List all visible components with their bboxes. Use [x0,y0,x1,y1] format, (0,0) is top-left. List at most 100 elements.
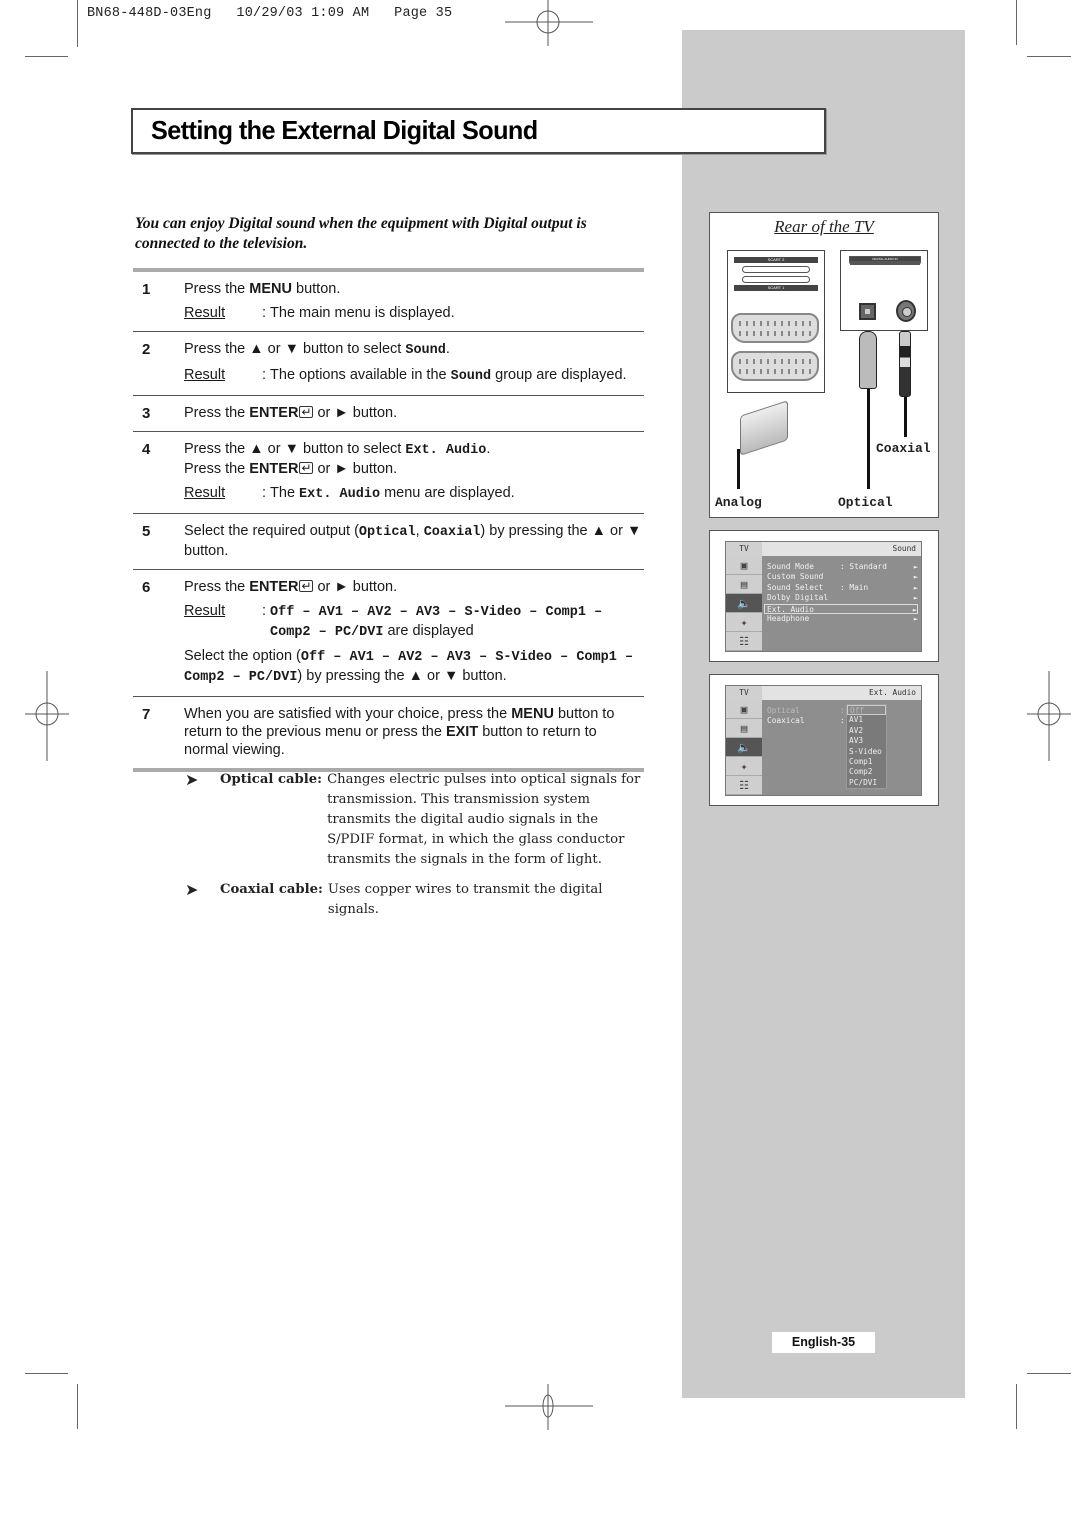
step-number: 5 [142,523,151,540]
arrow-right-icon: ► [913,573,918,582]
scart-slot [742,276,810,283]
figure-title: Rear of the TV [774,217,874,236]
dropdown-option[interactable]: AV2 [847,726,886,736]
scart-2-label: SCART 2 [734,257,818,263]
setup-icon[interactable]: ☷ [726,776,762,795]
osd-sound-list: Sound Mode: Standard ► Custom Sound ► Sound … [762,556,921,651]
step-7: 7 When you are satisfied with your choic… [133,697,644,768]
osd-menu-item[interactable]: Optical: [767,706,918,716]
title-box: Setting the External Digital Sound [131,108,826,154]
notes: ➤ Optical cable: Changes electric pulses… [185,770,645,930]
coaxial-cable-line [904,397,907,437]
osd-menu-item[interactable]: Ext. Audio ► [764,603,918,614]
osd-sound-figure: TV Sound ▣ ▤ 🔈 ✦ ☷ Sound Mode: Standard ►… [709,530,939,662]
arrow-icon: ➤ [185,880,199,899]
osd-item-label: Dolby Digital [767,593,829,603]
osd-title: Ext. Audio [869,688,916,697]
step-number: 1 [142,281,151,298]
osd-ext-audio-list: Optical: Coaxical: Off AV1 AV2 AV3 S-Video Comp… [762,700,921,795]
scart-connector-icon [731,313,819,343]
step-1: 1 Press the MENU button. Result: The main… [133,272,644,332]
note-optical-cable: ➤ Optical cable: Changes electric pulses… [185,770,645,870]
antenna-icon[interactable]: ✦ [726,613,762,632]
osd-menu-item[interactable]: Headphone ► [767,614,918,624]
picture-icon[interactable]: ▣ [726,556,762,575]
osd-menu-item[interactable]: Dolby Digital ► [767,593,918,603]
dropdown-option[interactable]: PC/DVI [847,778,886,788]
arrow-right-icon: ► [913,583,918,592]
osd-item-value [840,572,910,582]
digital-audio-in-label: DIGITAL AUDIO IN [849,256,921,265]
osd-item-label: Sound Mode [767,562,814,571]
coaxial-plug-icon [899,331,911,397]
dropdown-option[interactable]: Comp1 [847,757,886,767]
dropdown-option[interactable]: Off [847,705,886,716]
osd-sound-menu: TV Sound ▣ ▤ 🔈 ✦ ☷ Sound Mode: Standard ►… [725,541,922,652]
step-number: 6 [142,579,151,596]
enter-icon [299,577,314,595]
result-text: The options available in the Sound group… [270,367,627,384]
arrow-right-icon: ► [913,594,918,603]
analog-label: Analog [715,495,762,510]
result-text: The Ext. Audio menu are displayed. [270,485,515,502]
note-coaxial-cable: ➤ Coaxial cable: Uses copper wires to tr… [185,880,645,920]
enter-icon [299,403,314,421]
scart-panel: SCART 2 SCART 1 [727,250,825,393]
osd-item-value [840,593,910,603]
osd-item-label: Custom Sound [767,572,824,582]
step-sub-instruction: Select the option (Off – AV1 – AV2 – AV3… [184,648,634,685]
step-instruction: Press the ▲ or ▼ button to select Sound. [184,341,450,358]
registration-mark-right [1027,671,1071,761]
dropdown-option[interactable]: AV1 [847,715,886,725]
setup-icon[interactable]: ☷ [726,632,762,651]
page-number: English-35 [772,1332,875,1353]
osd-menu-item[interactable]: Coaxical: [767,716,918,726]
picture-icon[interactable]: ▣ [726,700,762,719]
antenna-icon[interactable]: ✦ [726,757,762,776]
step-result: Result: The main menu is displayed. [184,304,644,322]
osd-ext-audio-figure: TV Ext. Audio ▣ ▤ 🔈 ✦ ☷ Optical: Coaxical… [709,674,939,806]
step-6: 6 Press the ENTER or ► button. Result:Of… [133,570,644,697]
optical-plug-icon [859,331,877,389]
dropdown-option[interactable]: Comp2 [847,767,886,777]
note-text: Uses copper wires to transmit the digita… [327,882,603,917]
step-instruction: Press the ENTER or ► button. [184,577,644,596]
osd-icon-column: ▣ ▤ 🔈 ✦ ☷ [726,700,762,795]
osd-item-label: Ext. Audio [767,604,814,614]
print-header: BN68-448D-03Eng 10/29/03 1:09 AM Page 35 [87,6,453,21]
step-instruction: Press the MENU button. [184,281,341,297]
rear-of-tv-figure: Rear of the TV SCART 2 SCART 1 DIGITAL A… [709,212,939,518]
step-number: 3 [142,405,151,422]
osd-tv-label: TV [726,542,762,556]
scart-slot [742,266,810,273]
osd-item-value: : Main [840,582,869,592]
osd-menu-item[interactable]: Sound Mode: Standard ► [767,562,918,572]
output-source-dropdown[interactable]: Off AV1 AV2 AV3 S-Video Comp1 Comp2 PC/DVI [846,704,887,790]
channel-icon[interactable]: ▤ [726,575,762,594]
sound-icon[interactable]: 🔈 [726,738,762,757]
scart-1-label: SCART 1 [734,285,818,291]
step-3: 3 Press the ENTER or ► button. [133,396,644,432]
note-text: Changes electric pulses into optical sig… [327,772,641,867]
step-instruction-2: Press the ENTER or ► button. [184,459,644,478]
step-4: 4 Press the ▲ or ▼ button to select Ext.… [133,432,644,514]
osd-icon-column: ▣ ▤ 🔈 ✦ ☷ [726,556,762,651]
analog-cable-line [737,449,740,489]
step-5: 5 Select the required output (Optical, C… [133,514,644,570]
osd-header: TV Ext. Audio [726,686,921,700]
scart-plug-icon [740,400,788,456]
osd-item-label: Coaxical [767,716,805,726]
note-label: Optical cable: [220,772,323,787]
scart-connector-icon [731,351,819,381]
channel-icon[interactable]: ▤ [726,719,762,738]
sound-icon[interactable]: 🔈 [726,594,762,613]
osd-menu-item[interactable]: Custom Sound ► [767,572,918,582]
dropdown-option[interactable]: S-Video [847,747,886,757]
osd-ext-audio-menu: TV Ext. Audio ▣ ▤ 🔈 ✦ ☷ Optical: Coaxical… [725,685,922,796]
steps-table: 1 Press the MENU button. Result: The main… [133,268,644,772]
note-label: Coaxial cable: [220,882,323,897]
osd-item-value: : Standard [840,562,887,571]
osd-menu-item[interactable]: Sound Select: Main ► [767,583,918,593]
result-text: Off – AV1 – AV2 – AV3 – S-Video – Comp1 … [270,605,603,640]
dropdown-option[interactable]: AV3 [847,736,886,746]
